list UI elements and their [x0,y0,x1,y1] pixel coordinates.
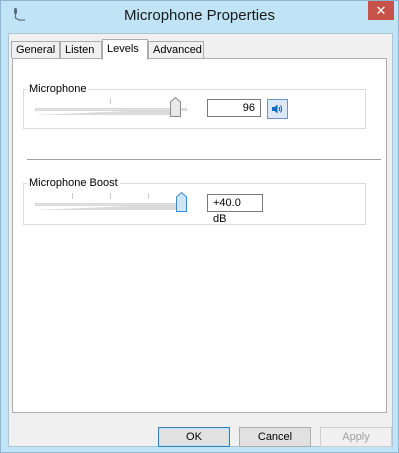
close-button[interactable]: ✕ [368,1,394,20]
tab-listen[interactable]: Listen [60,41,102,58]
ok-button[interactable]: OK [158,427,230,447]
slider-track [35,108,187,111]
mute-button[interactable] [267,99,288,119]
levels-panel: Microphone 96 Microphone Boost +40.0 dB [12,58,387,413]
microphone-boost-level-field[interactable]: +40.0 dB [207,194,263,225]
slider-track [35,203,187,206]
microphone-boost-slider[interactable] [35,192,187,214]
separator [27,159,381,160]
apply-button[interactable]: Apply [320,427,392,447]
microphone-label: Microphone [29,83,87,95]
close-icon: ✕ [375,3,387,18]
dialog-client-area: General Listen Levels Advanced Microphon… [8,33,393,447]
slider-tick [110,193,111,199]
slider-tick [148,193,149,199]
window-title: Microphone Properties [124,7,275,24]
title-bar[interactable]: Microphone Properties ✕ [1,1,398,33]
microphone-level-field[interactable]: 96 [207,99,261,117]
cancel-button[interactable]: Cancel [239,427,311,447]
slider-thumb[interactable] [170,97,181,117]
slider-thumb[interactable] [176,192,187,212]
tab-general[interactable]: General [11,41,60,58]
microphone-boost-label: Microphone Boost [29,177,118,189]
slider-tick [72,193,73,199]
dialog-window: Microphone Properties ✕ General Listen L… [0,0,399,453]
tab-advanced[interactable]: Advanced [148,41,204,58]
microphone-slider[interactable] [35,97,187,119]
tab-levels[interactable]: Levels [102,39,148,60]
speaker-volume-icon [272,104,283,114]
slider-tick [110,98,111,104]
